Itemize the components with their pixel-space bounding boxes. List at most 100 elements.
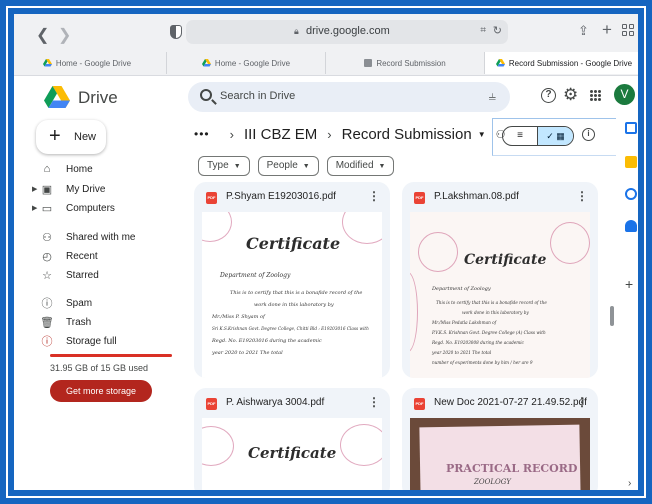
drive-logo-icon[interactable] [44,86,70,108]
certificate-text: This is to certify that this is a bonafi… [436,300,547,305]
sidebar-item-storage[interactable]: ⓘ Storage full [32,333,117,349]
filter-chips: Type ▼ People ▼ Modified ▼ [198,156,395,176]
certificate-text: Department of Zoology [220,272,291,279]
search-options-icon[interactable]: ⫨ [489,88,496,104]
more-options-icon[interactable]: ⋮ [368,395,380,409]
certificate-text: Sri K.S.Krishnan Govt. Degree College, C… [212,326,369,331]
tasks-icon[interactable] [625,188,637,200]
apps-grid-icon[interactable] [590,90,601,101]
file-card[interactable]: PDF P. Aishwarya 3004.pdf ⋮ Certificate [194,388,390,496]
ornament [550,222,590,264]
chip-label: People [266,160,298,171]
spam-icon: ⓘ [41,298,53,310]
pdf-icon: PDF [206,398,217,410]
file-name: P.Shyam E19203016.pdf [226,191,336,202]
file-card-header: PDF New Doc 2021-07-27 21.49.52.pdf ⋮ [402,388,598,418]
sidebar-item-recent[interactable]: ◴ Recent [32,248,98,264]
browser-tab-active[interactable]: Record Submission - Google Drive [485,52,644,74]
add-addon-icon[interactable]: + [625,276,633,292]
new-tab-icon[interactable]: + [602,20,612,40]
search-input[interactable]: Search in Drive [220,90,295,102]
expand-icon[interactable]: ▶ [32,204,40,212]
more-options-icon[interactable]: ⋮ [576,189,588,203]
storage-progress-bar [50,354,172,357]
certificate-text: Regd. No. E19203008 during the academic [432,340,524,345]
chevron-right-icon: › [229,126,234,142]
search-icon[interactable] [200,89,212,101]
sidebar-item-my-drive[interactable]: ▶ ▣ My Drive [32,181,105,197]
view-toggle[interactable]: ≡ ✓ ▦ [502,126,574,146]
page-title[interactable]: Record Submission [342,126,472,143]
translate-icon[interactable]: ⌗ [480,25,486,36]
contacts-icon[interactable] [625,220,637,232]
list-view-icon[interactable]: ≡ [503,127,539,145]
get-more-storage-button[interactable]: Get more storage [50,380,152,402]
app-title[interactable]: Drive [78,88,118,108]
sidebar-item-label: Storage full [66,335,117,347]
certificate-text: number of experiments done by him / her … [432,360,533,365]
drive-icon [42,59,52,67]
browser-tab[interactable]: Record Submission [326,52,485,74]
new-button[interactable]: + New [36,120,106,154]
sidebar-item-label: Computers [66,202,115,214]
chevron-down-icon: ▼ [233,163,241,170]
gear-icon[interactable]: ⚙︎ [563,85,578,105]
pdf-icon: PDF [206,192,217,204]
folder-icon [364,59,373,67]
calendar-icon[interactable] [625,122,637,134]
filter-chip-type[interactable]: Type ▼ [198,156,250,176]
tab-label: Record Submission [376,58,446,68]
sidebar-item-trash[interactable]: 🗑︎ Trash [32,314,91,330]
info-icon[interactable]: i [582,128,595,141]
sidebar-item-spam[interactable]: ⓘ Spam [32,295,93,311]
tab-strip: Home - Google Drive Home - Google Drive … [8,52,644,74]
tab-label: Home - Google Drive [55,58,132,68]
privacy-shield-icon[interactable] [170,25,182,39]
keep-icon[interactable] [625,156,637,168]
file-card[interactable]: PDF New Doc 2021-07-27 21.49.52.pdf ⋮ PR… [402,388,598,496]
grid-view-icon[interactable]: ✓ ▦ [538,127,573,145]
chevron-right-icon[interactable]: › [628,478,631,489]
help-icon[interactable]: ? [541,88,556,103]
tab-overview-icon[interactable] [622,24,634,36]
ornament [418,232,458,272]
browser-tab[interactable]: Home - Google Drive [8,52,167,74]
breadcrumb-parent[interactable]: III CBZ EM [244,126,317,143]
avatar[interactable]: V [614,84,635,105]
storage-warning-icon: ⓘ [41,336,53,348]
expand-icon[interactable]: ▶ [32,185,40,193]
filter-chip-people[interactable]: People ▼ [257,156,319,176]
pdf-icon: PDF [414,192,425,204]
search-bar[interactable]: Search in Drive ⫨ [188,82,510,112]
forward-icon[interactable]: ❯ [58,25,71,45]
certificate-text: This is to certify that this is a bonafi… [230,290,363,296]
sidebar-item-starred[interactable]: ☆ Starred [32,267,99,283]
address-bar[interactable]: 🔒︎ drive.google.com ⌗ ↻ [186,20,508,44]
certificate-text: work done in this laboratory by [254,302,334,308]
file-thumbnail: Certificate Department of Zoology This i… [202,212,382,378]
back-icon[interactable]: ❮ [36,25,49,45]
sidebar-item-label: Recent [66,250,98,262]
reload-icon[interactable]: ↻ [493,24,502,37]
sidebar-item-label: Spam [66,297,93,309]
scrollbar[interactable] [610,306,614,326]
browser-tab[interactable]: Home - Google Drive [167,52,326,74]
filter-chip-modified[interactable]: Modified ▼ [326,156,395,176]
sidebar-item-home[interactable]: ⌂ Home [32,161,93,177]
sidebar-item-shared[interactable]: ⚇ Shared with me [32,229,135,245]
file-thumbnail: Certificate [202,418,382,496]
certificate-title: Certificate [246,234,341,253]
ornament [342,212,382,244]
clock-icon: ◴ [42,250,52,263]
more-options-icon[interactable]: ⋮ [368,189,380,203]
file-name: New Doc 2021-07-27 21.49.52.pdf [434,397,587,408]
certificate-text: year 2020 to 2021 The total [212,350,283,356]
share-icon[interactable]: ⇪ [578,23,589,39]
chevron-down-icon[interactable]: ▼ [478,130,486,139]
file-card[interactable]: PDF P.Lakshman.08.pdf ⋮ Certificate Depa… [402,182,598,378]
sidebar-item-computers[interactable]: ▶ ▭ Computers [32,200,115,216]
more-options-icon[interactable]: ⋮ [576,395,588,409]
file-card[interactable]: PDF P.Shyam E19203016.pdf ⋮ Certificate … [194,182,390,378]
breadcrumb-ellipsis[interactable]: ••• [194,127,210,141]
new-button-label: New [74,131,97,143]
